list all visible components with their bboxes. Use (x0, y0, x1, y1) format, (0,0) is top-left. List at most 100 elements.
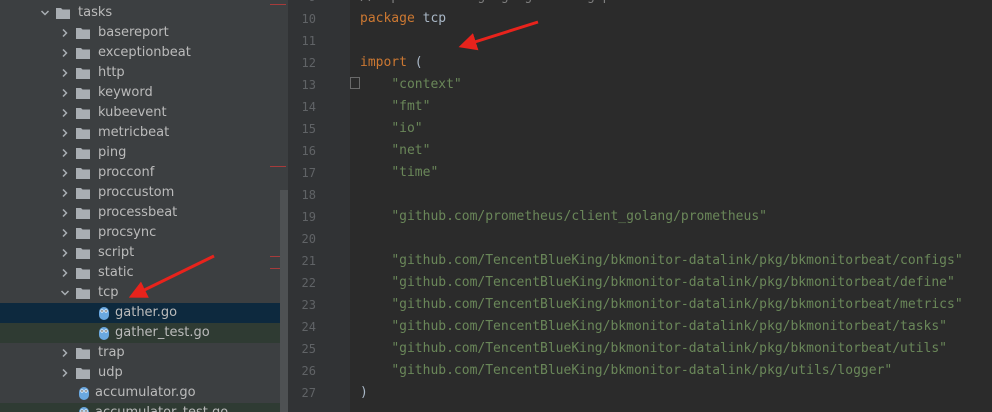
line-number: 9 (288, 0, 316, 8)
chevron-right-icon[interactable] (60, 263, 70, 283)
tree-folder-metricbeat[interactable]: metricbeat (0, 123, 288, 143)
chevron-down-icon[interactable] (40, 3, 50, 23)
chevron-right-icon[interactable] (60, 163, 70, 183)
chevron-right-icon[interactable] (60, 223, 70, 243)
chevron-right-icon[interactable] (60, 243, 70, 263)
tree-folder-trap[interactable]: trap (0, 343, 288, 363)
code-line[interactable]: "github.com/TencentBlueKing/bkmonitor-da… (360, 272, 955, 294)
code-line[interactable]: "github.com/TencentBlueKing/bkmonitor-da… (360, 250, 962, 272)
folder-icon (75, 366, 91, 380)
tree-file-gather-go[interactable]: gather.go (0, 303, 288, 323)
tree-folder-proccustom[interactable]: proccustom (0, 183, 288, 203)
tree-file-accumulator_test-go[interactable]: accumulator_test.go (0, 403, 288, 412)
tree-item-label: tasks (78, 5, 113, 20)
error-stripe-mark (270, 4, 286, 5)
code-line[interactable]: "github.com/TencentBlueKing/bkmonitor-da… (360, 294, 962, 316)
code-line[interactable]: ) (360, 382, 368, 404)
code-line[interactable]: "time" (360, 162, 438, 184)
tree-folder-exceptionbeat[interactable]: exceptionbeat (0, 43, 288, 63)
line-number: 22 (301, 276, 316, 290)
line-number: 20 (301, 232, 316, 246)
code-line[interactable]: "net" (360, 140, 430, 162)
line-number: 13 (301, 78, 316, 92)
code-keyword: package (360, 11, 415, 26)
go-file-icon (98, 305, 110, 321)
code-string: "io" (391, 121, 423, 136)
project-tree[interactable]: tasks basereport exceptionbeat http keyword k… (0, 0, 288, 412)
tree-file-accumulator-go[interactable]: accumulator.go (0, 383, 288, 403)
folder-icon (75, 246, 91, 260)
tree-folder-udp[interactable]: udp (0, 363, 288, 383)
folder-icon (75, 286, 91, 300)
chevron-right-icon[interactable] (60, 63, 70, 83)
tree-folder-procconf[interactable]: procconf (0, 163, 288, 183)
chevron-right-icon[interactable] (60, 183, 70, 203)
code-string: "github.com/TencentBlueKing/bkmonitor-da… (391, 319, 948, 334)
chevron-right-icon[interactable] (60, 43, 70, 63)
tree-item-label: ping (98, 145, 127, 160)
line-number: 10 (301, 12, 316, 26)
code-line[interactable]: package tcp (360, 8, 446, 30)
code-line[interactable]: "github.com/TencentBlueKing/bkmonitor-da… (360, 338, 947, 360)
tree-item-label: trap (98, 345, 125, 360)
tree-item-label: http (98, 65, 125, 80)
chevron-right-icon[interactable] (60, 83, 70, 103)
code-line[interactable]: "github.com/TencentBlueKing/bkmonitor-da… (360, 316, 947, 338)
tree-item-label: gather.go (115, 305, 178, 320)
code-editor[interactable]: // specific language governing permissio… (350, 0, 992, 412)
tree-folder-script[interactable]: script (0, 243, 288, 263)
tree-folder-basereport[interactable]: basereport (0, 23, 288, 43)
code-line[interactable]: "github.com/prometheus/client_golang/pro… (360, 206, 767, 228)
code-line[interactable]: "context" (360, 74, 461, 96)
line-number: 25 (301, 342, 316, 356)
line-number: 14 (301, 100, 316, 114)
code-line[interactable]: "io" (360, 118, 423, 140)
folder-icon (75, 66, 91, 80)
code-keyword: import (360, 55, 407, 70)
tree-folder-keyword[interactable]: keyword (0, 83, 288, 103)
tree-folder-ping[interactable]: ping (0, 143, 288, 163)
tree-folder-http[interactable]: http (0, 63, 288, 83)
tree-item-label: exceptionbeat (98, 45, 191, 60)
tree-file-gather_test-go[interactable]: gather_test.go (0, 323, 288, 343)
tree-folder-kubeevent[interactable]: kubeevent (0, 103, 288, 123)
code-line[interactable]: // specific language governing permissio… (360, 0, 963, 8)
chevron-right-icon[interactable] (60, 23, 70, 43)
tree-item-label: kubeevent (98, 105, 167, 120)
chevron-right-icon[interactable] (60, 343, 70, 363)
code-line[interactable]: "fmt" (360, 96, 430, 118)
code-line[interactable]: "github.com/TencentBlueKing/bkmonitor-da… (360, 360, 892, 382)
code-string: "fmt" (391, 99, 431, 114)
tree-folder-procsync[interactable]: procsync (0, 223, 288, 243)
tree-folder-tasks[interactable]: tasks (0, 3, 288, 23)
error-stripe-mark (270, 166, 286, 167)
line-number-gutter: 9 10 11 12 13 14 15 16 17 18 19 20 21 22 23 24 25 26 27 (288, 0, 350, 412)
line-number: 11 (301, 34, 316, 48)
folder-icon (75, 86, 91, 100)
tree-folder-static[interactable]: static (0, 263, 288, 283)
tree-scrollbar[interactable] (280, 190, 288, 412)
chevron-right-icon[interactable] (60, 203, 70, 223)
tree-folder-tcp[interactable]: tcp (0, 283, 288, 303)
line-number: 23 (301, 298, 316, 312)
chevron-right-icon[interactable] (60, 123, 70, 143)
folder-icon (75, 186, 91, 200)
chevron-right-icon[interactable] (60, 103, 70, 123)
tree-folder-processbeat[interactable]: processbeat (0, 203, 288, 223)
code-text: ( (406, 55, 423, 70)
code-line[interactable]: import ( (360, 52, 423, 74)
fold-marker-icon[interactable] (350, 77, 360, 89)
tree-item-label: udp (98, 365, 123, 380)
chevron-down-icon[interactable] (60, 283, 70, 303)
chevron-right-icon[interactable] (60, 143, 70, 163)
tree-item-label: procconf (98, 165, 155, 180)
chevron-right-icon[interactable] (60, 363, 70, 383)
go-file-icon (98, 325, 110, 341)
